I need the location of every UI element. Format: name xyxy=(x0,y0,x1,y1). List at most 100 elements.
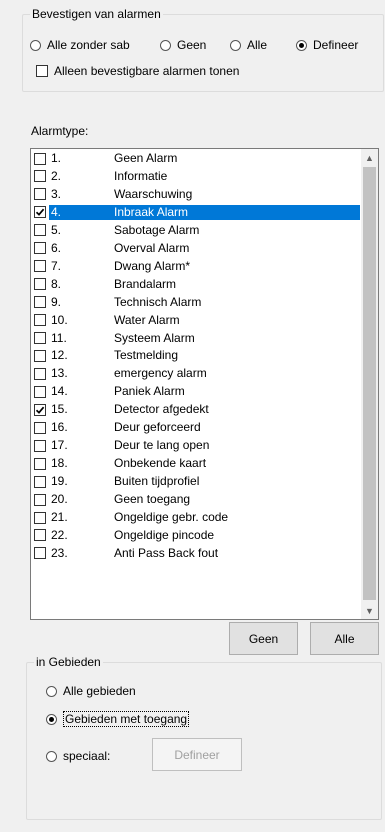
alarmtype-name: Systeem Alarm xyxy=(114,330,195,345)
alarmtype-checkbox[interactable] xyxy=(34,439,46,452)
alarmtype-checkbox[interactable] xyxy=(34,349,46,362)
radio-circle xyxy=(230,39,241,51)
vertical-scrollbar[interactable]: ▲ ▼ xyxy=(361,149,378,619)
radio-circle xyxy=(160,39,171,51)
alarmtype-list-item[interactable]: 11. Systeem Alarm xyxy=(32,330,360,347)
alarmtype-number: 22. xyxy=(51,527,68,542)
alarmtype-checkbox[interactable] xyxy=(34,170,46,183)
alarmtype-name: Buiten tijdprofiel xyxy=(114,474,200,489)
alarmtype-number: 11. xyxy=(51,330,67,345)
alarmtype-list-item[interactable]: 2. Informatie xyxy=(32,168,360,185)
only-confirmable-checkbox[interactable]: Alleen bevestigbare alarmen tonen xyxy=(36,62,239,80)
alarmtype-number: 5. xyxy=(51,222,62,237)
scroll-up-icon[interactable]: ▲ xyxy=(361,149,378,166)
alarmtype-number: 3. xyxy=(51,186,62,201)
alarmtype-list-item[interactable]: 1. Geen Alarm xyxy=(32,150,360,167)
alarmtype-checkbox[interactable] xyxy=(34,206,46,219)
alarmtype-name: Detector afgedekt xyxy=(114,402,209,417)
alarmtype-checkbox[interactable] xyxy=(34,511,46,524)
radio-circle xyxy=(46,750,57,762)
alarmtype-checkbox[interactable] xyxy=(34,296,46,309)
alarmtype-list-item[interactable]: 18. Onbekende kaart xyxy=(32,455,360,472)
alarmtype-number: 2. xyxy=(51,168,62,183)
alarmtype-number: 9. xyxy=(51,294,62,309)
alarmtype-list-item[interactable]: 6. Overval Alarm xyxy=(32,240,360,257)
alarmtype-name: Inbraak Alarm xyxy=(101,204,360,220)
alarmtype-list-item[interactable]: 9. Technisch Alarm xyxy=(32,294,360,311)
alarmtype-checkbox[interactable] xyxy=(34,242,46,255)
alarmtype-list-item[interactable]: 21. Ongeldige gebr. code xyxy=(32,509,360,526)
alarmtype-name: Waarschuwing xyxy=(114,186,193,201)
alarmtype-number: 19. xyxy=(51,474,68,489)
alarmtype-list-item[interactable]: 13. emergency alarm xyxy=(32,365,360,382)
alarmtype-list-item[interactable]: 15. Detector afgedekt xyxy=(32,401,360,418)
alarmtype-list-item[interactable]: 16. Deur geforceerd xyxy=(32,419,360,436)
radio-areas-with-access[interactable]: Gebieden met toegang xyxy=(46,710,190,728)
alarmtype-checkbox[interactable] xyxy=(34,385,46,398)
alarmtype-number: 17. xyxy=(51,438,68,453)
alarmtype-listbox[interactable]: 1. Geen Alarm 2. Informatie 3. Waarschuwing 4.… xyxy=(30,148,379,620)
alarmtype-number: 16. xyxy=(51,420,68,435)
alarmtype-list-item[interactable]: 22. Ongeldige pincode xyxy=(32,527,360,544)
alarmtype-number: 21. xyxy=(51,510,68,524)
alarmtype-checkbox[interactable] xyxy=(34,547,46,560)
alarmtype-checkbox[interactable] xyxy=(34,224,46,237)
select-all-button[interactable]: Alle xyxy=(310,622,379,655)
alarmtype-checkbox[interactable] xyxy=(34,188,46,201)
alarmtype-number: 4. xyxy=(49,204,101,220)
radio-special[interactable]: speciaal: xyxy=(46,747,110,765)
alarmtype-checkbox[interactable] xyxy=(34,152,46,165)
alarmtype-checkbox[interactable] xyxy=(34,457,46,470)
alarmtype-checkbox[interactable] xyxy=(34,421,46,434)
alarmtype-list-item[interactable]: 8. Brandalarm xyxy=(32,276,360,293)
areas-group-title: in Gebieden xyxy=(34,655,103,669)
scroll-down-icon[interactable]: ▼ xyxy=(361,602,378,619)
radio-circle xyxy=(30,39,41,51)
define-areas-button[interactable]: Defineer xyxy=(152,738,242,771)
radio-define[interactable]: Defineer xyxy=(296,36,358,54)
radio-none[interactable]: Geen xyxy=(160,36,206,54)
alarmtype-name: Overval Alarm xyxy=(114,240,190,255)
radio-all-without-sab[interactable]: Alle zonder sab xyxy=(30,36,130,54)
alarmtype-list-item[interactable]: 10. Water Alarm xyxy=(32,312,360,329)
radio-dot xyxy=(299,42,304,48)
alarmtype-list-item[interactable]: 23. Anti Pass Back fout xyxy=(32,545,360,562)
scroll-thumb[interactable] xyxy=(363,167,376,600)
alarmtype-checkbox[interactable] xyxy=(34,475,46,488)
alarmtype-list-item[interactable]: 5. Sabotage Alarm xyxy=(32,222,360,239)
alarmtype-list-item[interactable]: 12. Testmelding xyxy=(32,347,360,364)
checkbox-box xyxy=(36,65,48,77)
alarmtype-number: 18. xyxy=(51,456,68,471)
radio-label: Defineer xyxy=(313,38,359,52)
alarmtype-name: Brandalarm xyxy=(114,276,177,291)
select-none-button[interactable]: Geen xyxy=(229,622,298,655)
alarmtype-list-item[interactable]: 3. Waarschuwing xyxy=(32,186,360,203)
alarmtype-list-item[interactable]: 19. Buiten tijdprofiel xyxy=(32,473,360,490)
alarmtype-list-item[interactable]: 20. Geen toegang xyxy=(32,491,360,508)
alarmtype-checkbox[interactable] xyxy=(34,403,46,416)
alarmtype-checkbox[interactable] xyxy=(34,493,46,506)
alarmtype-list-item[interactable]: 7. Dwang Alarm* xyxy=(32,258,360,275)
alarmtype-number: 1. xyxy=(51,151,62,165)
alarmtype-checkbox[interactable] xyxy=(34,260,46,273)
alarmtype-number: 23. xyxy=(51,545,68,560)
alarmtype-number: 12. xyxy=(51,348,68,363)
alarmtype-name: Testmelding xyxy=(114,348,179,363)
alarmtype-checkbox[interactable] xyxy=(34,278,46,291)
alarmtype-label: Alarmtype: xyxy=(31,124,89,138)
confirm-alarms-group-title: Bevestigen van alarmen xyxy=(30,7,163,21)
alarmtype-list-item[interactable]: 14. Paniek Alarm xyxy=(32,383,360,400)
radio-label: Gebieden met toegang xyxy=(63,711,190,727)
alarmtype-checkbox[interactable] xyxy=(34,332,46,344)
alarmtype-list-item[interactable]: 4. Inbraak Alarm xyxy=(32,204,360,221)
radio-all[interactable]: Alle xyxy=(230,36,267,54)
alarmtype-checkbox[interactable] xyxy=(34,314,46,327)
alarmtype-list-item[interactable]: 17. Deur te lang open xyxy=(32,437,360,454)
radio-all-areas[interactable]: Alle gebieden xyxy=(46,682,136,700)
alarmtype-checkbox[interactable] xyxy=(34,529,46,542)
radio-circle xyxy=(46,685,57,697)
alarmtype-name: Deur te lang open xyxy=(114,438,210,453)
radio-label: speciaal: xyxy=(63,749,111,763)
radio-dot xyxy=(49,716,54,722)
alarmtype-checkbox[interactable] xyxy=(34,367,46,380)
